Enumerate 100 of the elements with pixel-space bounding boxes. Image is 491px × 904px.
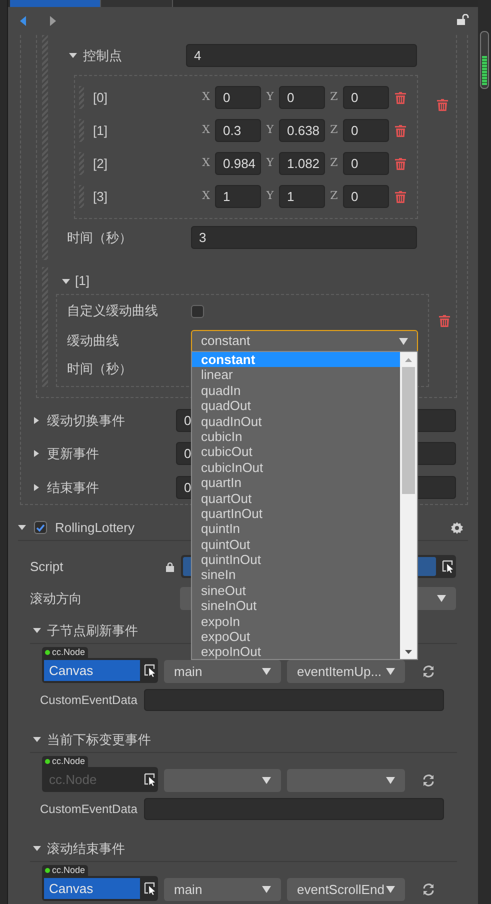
number-field[interactable]: 1 bbox=[279, 185, 325, 208]
caret-down-icon bbox=[262, 668, 271, 675]
dropdown-option[interactable]: cubicIn bbox=[192, 428, 400, 444]
caret-down-icon[interactable] bbox=[33, 627, 41, 634]
text-field[interactable] bbox=[144, 798, 444, 820]
node-picker-icon[interactable] bbox=[144, 773, 156, 786]
dropdown-option[interactable]: cubicInOut bbox=[192, 460, 400, 476]
dropdown[interactable]: constant bbox=[191, 330, 418, 352]
axis-label: X bbox=[201, 188, 211, 204]
field-label: CustomEventData bbox=[40, 801, 138, 818]
refresh-icon[interactable] bbox=[422, 665, 435, 678]
trash-icon[interactable] bbox=[395, 124, 406, 136]
trash-icon[interactable] bbox=[439, 315, 450, 327]
number-field[interactable]: 1 bbox=[215, 185, 261, 208]
field-label: 缓动曲线 bbox=[66, 332, 120, 350]
dropdown-option[interactable]: quadInOut bbox=[192, 414, 400, 429]
scroll-down-icon[interactable] bbox=[405, 650, 412, 654]
item-label: [1] bbox=[75, 272, 90, 290]
back-arrow-icon[interactable] bbox=[20, 16, 26, 26]
scroll-up-icon[interactable] bbox=[405, 358, 412, 362]
item-label: [1] bbox=[93, 122, 108, 140]
axis-label: Z bbox=[329, 89, 339, 106]
checkbox[interactable] bbox=[34, 521, 47, 534]
item-label: [3] bbox=[93, 188, 108, 206]
caret-down-icon[interactable] bbox=[62, 278, 70, 284]
text-field[interactable] bbox=[144, 689, 444, 711]
number-field[interactable]: 0 bbox=[343, 86, 389, 109]
dropdown-option[interactable]: quartInOut bbox=[192, 506, 400, 522]
axis-label: Z bbox=[329, 188, 339, 204]
checkbox[interactable] bbox=[191, 304, 204, 318]
number-field[interactable]: 4 bbox=[186, 44, 417, 67]
node-field[interactable]: Canvas bbox=[42, 658, 158, 683]
caret-down-icon[interactable] bbox=[33, 736, 41, 743]
type-tag: cc.Node bbox=[42, 647, 88, 658]
dropdown-option[interactable]: expoInOut bbox=[192, 644, 400, 659]
dropdown-option[interactable]: quadOut bbox=[192, 398, 400, 414]
node-field[interactable]: Canvas bbox=[42, 876, 158, 901]
dropdown-option[interactable]: constant bbox=[192, 352, 400, 368]
axis-label: X bbox=[201, 155, 211, 172]
field-label: Script bbox=[30, 558, 64, 576]
dropdown-option[interactable]: quintOut bbox=[192, 536, 400, 552]
dropdown-option[interactable]: quintInOut bbox=[192, 552, 400, 568]
number-field[interactable]: 0.3 bbox=[215, 119, 261, 142]
scrollbar[interactable] bbox=[400, 352, 417, 659]
caret-down-icon[interactable] bbox=[69, 52, 77, 59]
tab[interactable] bbox=[100, 0, 173, 7]
type-tag: cc.Node bbox=[42, 756, 88, 767]
component-title: RollingLottery bbox=[55, 518, 134, 537]
dropdown[interactable]: main bbox=[164, 878, 281, 901]
caret-down-icon[interactable] bbox=[33, 845, 41, 852]
number-field[interactable]: 0 bbox=[279, 86, 325, 109]
axis-label: Z bbox=[329, 122, 339, 138]
settings-icon[interactable] bbox=[451, 522, 463, 534]
axis-label: X bbox=[201, 122, 211, 138]
caret-right-icon[interactable] bbox=[33, 417, 41, 424]
dropdown-option[interactable]: expoIn bbox=[192, 614, 400, 630]
dropdown-option[interactable]: cubicOut bbox=[192, 444, 400, 460]
trash-icon[interactable] bbox=[395, 158, 406, 170]
number-field[interactable]: 3 bbox=[191, 226, 417, 249]
caret-down-icon bbox=[262, 886, 271, 893]
caret-down-icon[interactable] bbox=[18, 524, 26, 531]
number-field[interactable]: 0 bbox=[343, 119, 389, 142]
scrollbar-thumb[interactable] bbox=[480, 31, 489, 89]
node-picker-icon[interactable] bbox=[144, 882, 156, 895]
field-label: 当前下标变更事件 bbox=[47, 730, 151, 749]
number-field[interactable]: 0 bbox=[343, 185, 389, 208]
dropdown-option[interactable]: linear bbox=[192, 367, 400, 383]
dropdown-option[interactable]: sineInOut bbox=[192, 598, 400, 614]
number-field[interactable]: 0.984 bbox=[215, 152, 261, 175]
dropdown-option[interactable]: sineOut bbox=[192, 582, 400, 598]
refresh-icon[interactable] bbox=[422, 774, 435, 787]
dropdown[interactable]: main bbox=[164, 660, 281, 683]
scrollbar-thumb[interactable] bbox=[402, 367, 415, 494]
axis-label: Z bbox=[329, 155, 339, 172]
caret-down-icon bbox=[386, 777, 395, 784]
unlock-icon[interactable] bbox=[457, 14, 469, 25]
dropdown[interactable]: eventScrollEnd bbox=[287, 878, 405, 901]
caret-right-icon[interactable] bbox=[33, 484, 41, 491]
caret-down-icon bbox=[386, 668, 395, 675]
number-field[interactable]: 0 bbox=[215, 86, 261, 109]
number-field[interactable]: 0.638 bbox=[279, 119, 325, 142]
dropdown-option[interactable]: quintIn bbox=[192, 521, 400, 537]
number-field[interactable]: 1.082 bbox=[279, 152, 325, 175]
forward-arrow-icon[interactable] bbox=[50, 16, 56, 26]
node-picker-icon[interactable] bbox=[442, 560, 454, 573]
dropdown-option[interactable]: quadIn bbox=[192, 382, 400, 398]
dropdown-option[interactable]: quartOut bbox=[192, 490, 400, 506]
refresh-icon[interactable] bbox=[422, 883, 435, 896]
number-field[interactable]: 0 bbox=[343, 152, 389, 175]
trash-icon[interactable] bbox=[395, 92, 406, 104]
trash-icon[interactable] bbox=[437, 99, 448, 111]
axis-label: Y bbox=[265, 122, 275, 138]
dropdown[interactable]: eventItemUp... bbox=[287, 660, 405, 683]
trash-icon[interactable] bbox=[395, 190, 406, 202]
axis-label: Y bbox=[265, 155, 275, 172]
dropdown-option[interactable]: sineIn bbox=[192, 567, 400, 583]
dropdown-option[interactable]: quartIn bbox=[192, 475, 400, 491]
caret-right-icon[interactable] bbox=[33, 450, 41, 457]
dropdown-option[interactable]: expoOut bbox=[192, 629, 400, 644]
node-picker-icon[interactable] bbox=[144, 664, 156, 677]
